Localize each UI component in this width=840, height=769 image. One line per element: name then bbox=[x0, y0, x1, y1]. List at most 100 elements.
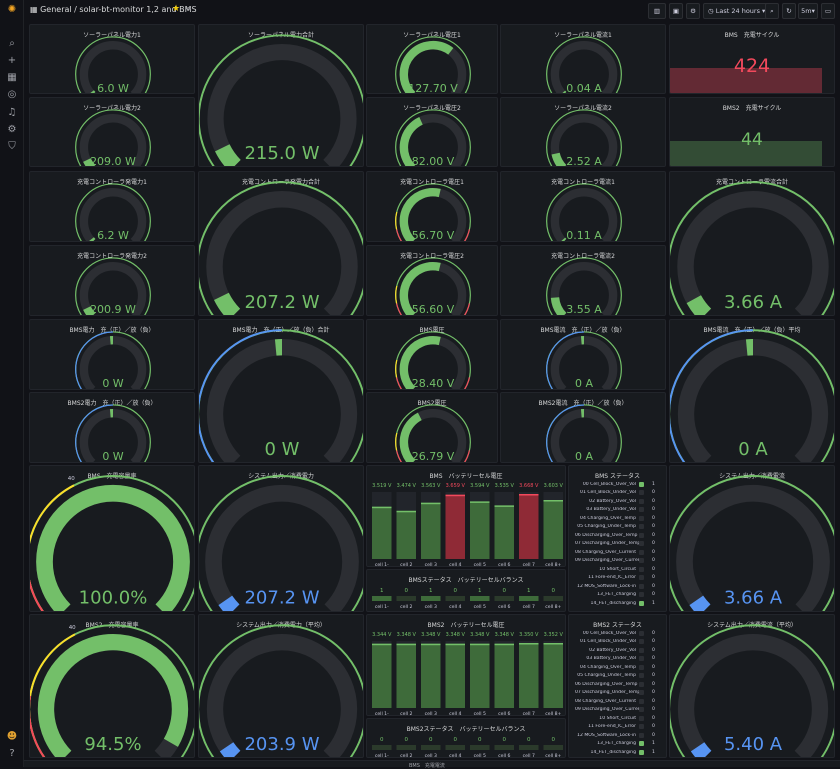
gauge-panel[interactable]: BMS電流 充（正）／放（負）0 A bbox=[500, 319, 666, 390]
grafana-logo-icon[interactable]: ✺ bbox=[6, 4, 18, 16]
cell-bar bbox=[397, 511, 417, 559]
cell-voltage-panel-bms[interactable]: BMS バッテリーセル電圧 3.519 Vcell 1-3.474 Vcell … bbox=[366, 465, 566, 567]
gauge-panel[interactable]: 充電コントローラ発電力16.2 W bbox=[29, 171, 195, 242]
cell-label: cell 5 bbox=[474, 562, 486, 567]
add-panel-button[interactable]: ▥ bbox=[648, 3, 666, 19]
gauge-panel[interactable]: システム出力／消費電力（平均）203.9 W03000 bbox=[198, 614, 364, 758]
status-row: 03 Battery_Under_Vol0 bbox=[575, 506, 660, 515]
cell-voltage-panel-bms2[interactable]: BMS2 バッテリーセル電圧 3.344 Vcell 1-3.348 Vcell… bbox=[366, 614, 566, 716]
status-row: 10 Short_Circuit0 bbox=[575, 565, 660, 574]
gauge-value: 3.66 A bbox=[724, 588, 783, 609]
status-indicator bbox=[639, 550, 644, 555]
zoom-out-icon[interactable]: ⌕ bbox=[765, 3, 779, 19]
dashboards-icon[interactable]: ▦ bbox=[6, 72, 18, 84]
gauge-fill bbox=[91, 240, 93, 242]
gauge-panel[interactable]: 充電コントローラ発電力2200.9 W bbox=[29, 245, 195, 316]
gear-icon[interactable]: ⚙ bbox=[6, 124, 18, 136]
cell-balance-panel-bms2[interactable]: BMS2ステータス バッテリーセルバランス 0cell 1-0cell 20ce… bbox=[366, 718, 566, 758]
cell-label: cell 5 bbox=[474, 711, 486, 716]
cell-bar bbox=[519, 643, 539, 708]
explore-icon[interactable]: ◎ bbox=[6, 89, 18, 101]
shield-icon[interactable]: ⛉ bbox=[6, 141, 18, 153]
gauge-panel[interactable]: BMS2電流 充（正）／放（負）0 A bbox=[500, 392, 666, 463]
cell-balance-panel-bms[interactable]: BMSステータス バッテリーセルバランス 1cell 1-0cell 21cel… bbox=[366, 569, 566, 612]
status-row: 11 Fore-end_IC_Error0 bbox=[575, 723, 660, 732]
balance-value: 0 bbox=[454, 737, 458, 743]
gauge-panel[interactable]: BMS電流 充（正）／放（負）平均0 A-60120 bbox=[669, 319, 835, 463]
gauge-panel[interactable]: BMS 充電容量率100.0%01002040 bbox=[29, 465, 195, 612]
gauge-fill bbox=[562, 240, 563, 242]
gauge-chart: 200.9 W bbox=[30, 246, 195, 316]
cell-label: cell 3 bbox=[425, 711, 437, 716]
status-row: 13_FET_charging1 bbox=[575, 740, 660, 749]
cell-bar bbox=[446, 495, 466, 559]
gauge-panel[interactable]: BMS電力 充（正）／放（負）0 W bbox=[29, 319, 195, 390]
gauge-panel[interactable]: ソーラーパネル電圧282.00 V bbox=[366, 97, 498, 167]
gauge-panel[interactable]: ソーラーパネル電流10.04 A bbox=[500, 24, 666, 94]
cell-bar bbox=[446, 644, 466, 708]
avatar[interactable]: ☻ bbox=[6, 731, 18, 743]
cell-voltage-value: 3.519 V bbox=[372, 483, 392, 489]
save-icon[interactable]: ▣ bbox=[669, 3, 683, 19]
status-row: 01 Cell_Block_Under_Vol0 bbox=[575, 489, 660, 498]
search-icon[interactable]: ⌕ bbox=[6, 38, 18, 50]
gauge-fill bbox=[221, 296, 234, 314]
cell-bar-edge bbox=[446, 644, 466, 646]
gauge-panel[interactable]: BMS電力 充（正）／放（負）合計0 W-15003000 bbox=[198, 319, 364, 463]
refresh-icon[interactable]: ↻ bbox=[782, 3, 796, 19]
cell-bar-edge bbox=[544, 643, 564, 645]
plus-icon[interactable]: + bbox=[6, 55, 18, 67]
gauge-chart: 100.0%01002040 bbox=[30, 466, 195, 612]
help-icon[interactable]: ? bbox=[6, 748, 18, 760]
gauge-chart: 3.66 A0120 bbox=[670, 466, 835, 612]
status-row: 06 Discharging_Over_Temp0 bbox=[575, 680, 660, 689]
side-nav: ✺ ⌕ + ▦ ◎ ♫ ⚙ ⛉ ☻ ? bbox=[0, 0, 24, 767]
cell-bar-edge bbox=[519, 494, 539, 496]
star-icon[interactable]: ★ bbox=[172, 4, 180, 14]
cell-balance-bars: 1cell 1-0cell 21cell 30cell 41cell 50cel… bbox=[367, 570, 566, 612]
gauge-panel[interactable]: 充電コントローラ電流合計3.66 A bbox=[669, 171, 835, 316]
gauge-panel[interactable]: システム出力／消費電流（平均）5.40 A0120 bbox=[669, 614, 835, 758]
alert-bell-icon[interactable]: ♫ bbox=[6, 107, 18, 119]
gauge-panel[interactable]: 充電コントローラ電流23.55 A bbox=[500, 245, 666, 316]
gauge-panel[interactable]: BMS電圧28.40 V24.0 bbox=[366, 319, 498, 390]
gauge-chart: 6.2 W bbox=[30, 172, 195, 242]
settings-gear-icon[interactable]: ⚙ bbox=[686, 3, 700, 19]
gauge-panel[interactable]: BMS2電圧26.79 V24.0 bbox=[366, 392, 498, 463]
status-label: 01 Cell_Block_Under_Vol bbox=[575, 490, 639, 495]
status-value: 0 bbox=[652, 665, 660, 670]
cell-bar-edge bbox=[372, 507, 392, 509]
gauge-panel[interactable]: システム出力／消費電力207.2 W0100 bbox=[198, 465, 364, 612]
gauge-panel[interactable]: 充電コントローラ発電力合計207.2 W03000 bbox=[198, 171, 364, 316]
gauge-panel[interactable]: ソーラーパネル電力合計215.0 W03000 bbox=[198, 24, 364, 167]
status-row: 08 Charging_Over_Current0 bbox=[575, 548, 660, 557]
gauge-panel[interactable]: ソーラーパネル電流22.52 A bbox=[500, 97, 666, 167]
status-indicator bbox=[639, 541, 644, 546]
gauge-panel[interactable]: ソーラーパネル電力2209.0 W bbox=[29, 97, 195, 167]
gauge-panel[interactable]: ソーラーパネル電圧1127.70 V bbox=[366, 24, 498, 94]
gauge-panel[interactable]: 充電コントローラ電圧156.70 V24.00.1 bbox=[366, 171, 498, 242]
stat-panel-bms-cycles[interactable]: BMS 充電サイクル 424 bbox=[669, 24, 835, 94]
share-icon[interactable]: ⋖ bbox=[185, 4, 192, 13]
gauge-fill bbox=[698, 747, 706, 757]
gauge-chart: 207.2 W0100 bbox=[199, 466, 364, 612]
cell-label: cell 5 bbox=[474, 753, 486, 758]
cell-label: cell 4 bbox=[449, 753, 461, 758]
cell-label: cell 7 bbox=[523, 604, 535, 610]
gauge-panel[interactable]: BMS2電力 充（正）／放（負）0 W bbox=[29, 392, 195, 463]
tv-mode-icon[interactable]: ▭ bbox=[821, 3, 835, 19]
gauge-panel[interactable]: システム出力／消費電流3.66 A0120 bbox=[669, 465, 835, 612]
status-panel-bms2[interactable]: BMS2 ステータス 00 Cell_Block_Over_Vol001 Cel… bbox=[568, 614, 667, 758]
gauge-panel[interactable]: 充電コントローラ電流10.11 A bbox=[500, 171, 666, 242]
cell-bar bbox=[421, 644, 441, 708]
gauge-panel[interactable]: ソーラーパネル電力16.0 W bbox=[29, 24, 195, 94]
status-value: 0 bbox=[652, 707, 660, 712]
gauge-panel[interactable]: BMS2 充電容量率94.5%01002040 bbox=[29, 614, 195, 758]
refresh-interval[interactable]: 5m▾ bbox=[798, 3, 818, 19]
status-panel-bms[interactable]: BMS ステータス 00 Cell_Block_Over_Vol101 Cell… bbox=[568, 465, 667, 612]
gauge-chart: 203.9 W03000 bbox=[199, 615, 364, 758]
cell-label: cell 2 bbox=[400, 562, 412, 567]
gauge-panel[interactable]: 充電コントローラ電圧256.60 V24.00.1 bbox=[366, 245, 498, 316]
gauge-chart: 82.00 V bbox=[367, 98, 498, 167]
stat-panel-bms2-cycles[interactable]: BMS2 充電サイクル 44 bbox=[669, 97, 835, 167]
